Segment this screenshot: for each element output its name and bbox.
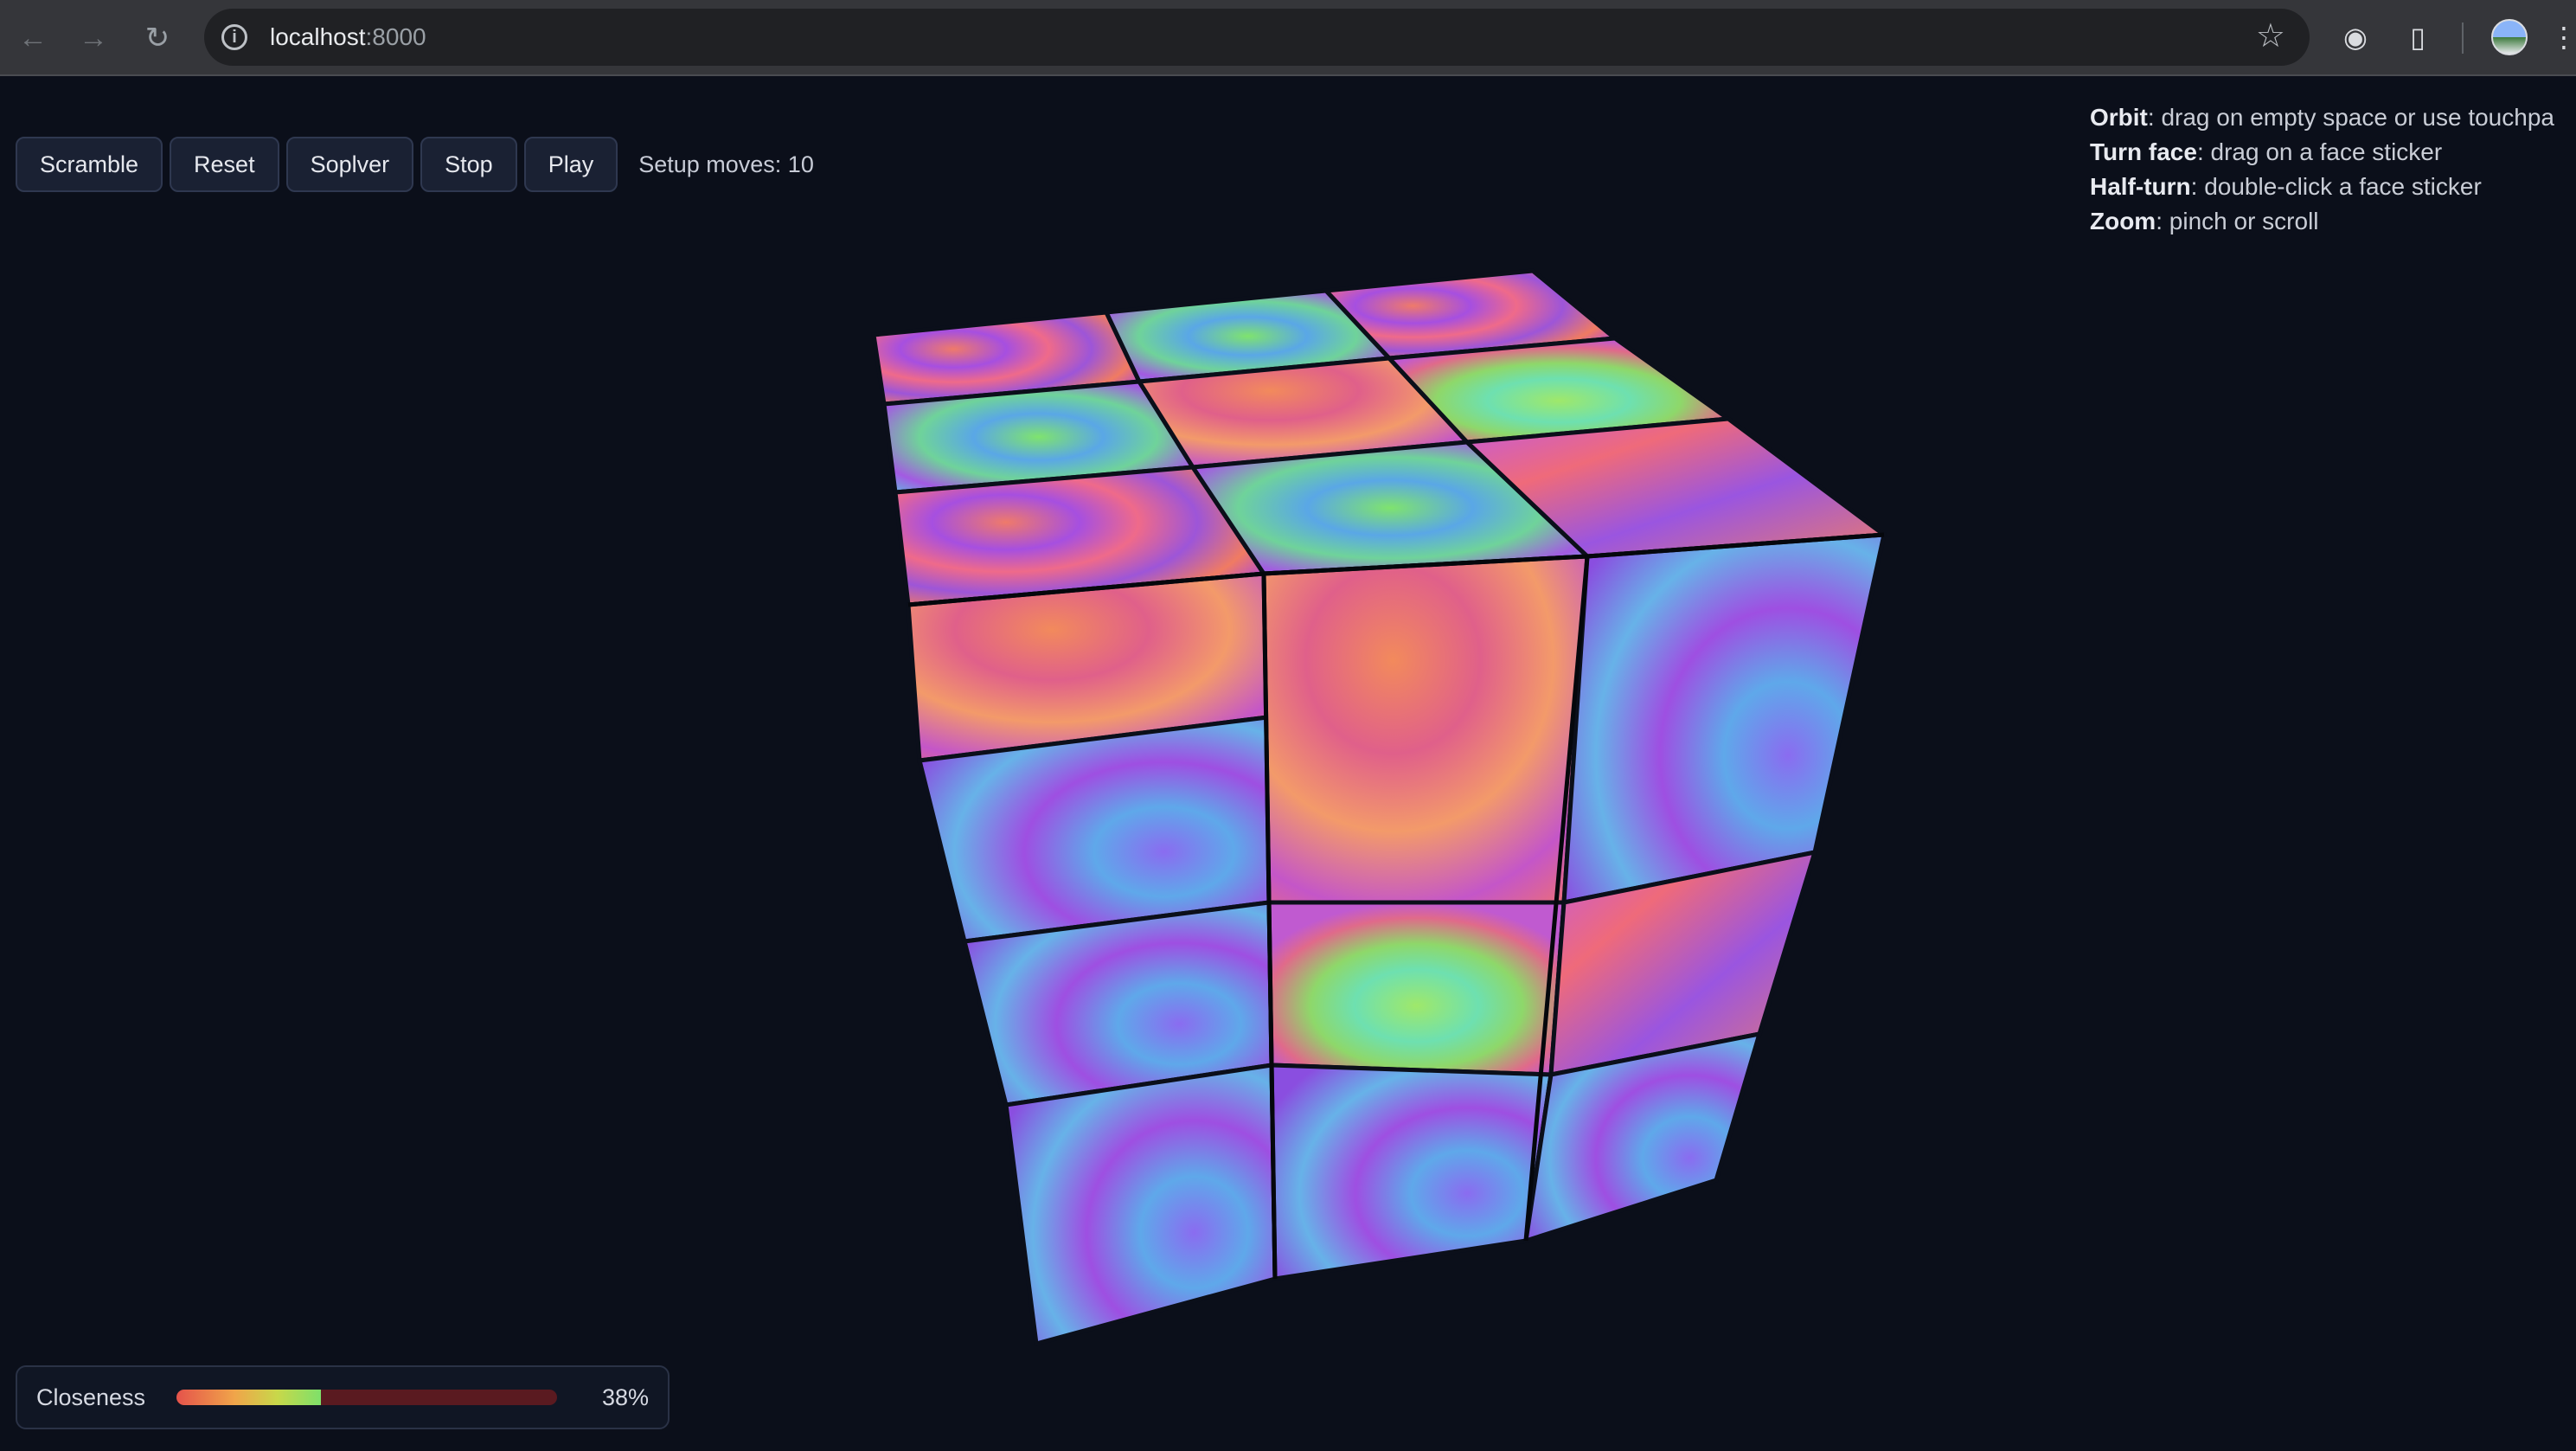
closeness-panel: Closeness 38% — [16, 1365, 670, 1429]
address-bar[interactable]: i localhost:8000 ☆ — [204, 9, 2310, 66]
profile-avatar[interactable] — [2491, 19, 2528, 55]
closeness-label: Closeness — [36, 1384, 146, 1410]
sticker-front-8[interactable] — [1269, 1063, 1554, 1281]
sticker-front-5[interactable] — [1266, 900, 1567, 1077]
url-text[interactable]: localhost:8000 — [270, 23, 426, 51]
app-canvas[interactable]: Scramble Reset Soplver Stop Play Setup m… — [0, 76, 2576, 1451]
controls-help: Orbit: drag on empty space or use touchp… — [2090, 100, 2554, 239]
closeness-progress-fill — [176, 1390, 322, 1405]
closeness-percent: 38% — [601, 1384, 649, 1410]
cube-front-face[interactable] — [906, 554, 1590, 1347]
setup-moves-text: Setup moves: 10 — [638, 151, 814, 177]
help-text-half-turn: : double-click a face sticker — [2190, 173, 2482, 200]
url-port: :8000 — [365, 23, 426, 50]
cube-viewport[interactable] — [0, 76, 2576, 1451]
sticker-front-10[interactable] — [1003, 1063, 1278, 1347]
sticker-right-1[interactable] — [1561, 532, 1887, 906]
scramble-button[interactable]: Scramble — [16, 137, 163, 192]
help-key-turn-face: Turn face — [2090, 138, 2197, 165]
closeness-progress-bar — [176, 1390, 557, 1405]
sticker-front-2[interactable] — [1261, 554, 1590, 905]
help-line-turn-face: Turn face: drag on a face sticker — [2090, 135, 2554, 170]
help-key-orbit: Orbit — [2090, 104, 2148, 131]
stop-button[interactable]: Stop — [420, 137, 517, 192]
play-button[interactable]: Play — [523, 137, 618, 192]
menu-kebab-icon[interactable]: ⋮ — [2550, 17, 2576, 57]
extensions-puzzle-icon[interactable]: ▯ — [2398, 17, 2438, 57]
back-icon[interactable]: ← — [12, 17, 54, 59]
help-text-turn-face: : drag on a face sticker — [2196, 138, 2443, 165]
solver-button[interactable]: Soplver — [285, 137, 414, 192]
bookmark-star-icon[interactable]: ☆ — [2256, 19, 2285, 54]
help-text-zoom: : pinch or scroll — [2156, 208, 2319, 234]
site-info-icon[interactable]: i — [221, 24, 247, 50]
help-line-orbit: Orbit: drag on empty space or use touchp… — [2090, 100, 2554, 135]
help-line-half-turn: Half-turn: double-click a face sticker — [2090, 170, 2554, 204]
password-manager-icon[interactable]: ◉ — [2336, 17, 2375, 57]
forward-icon[interactable]: → — [73, 17, 114, 59]
help-key-half-turn: Half-turn — [2090, 173, 2191, 200]
controls-toolbar: Scramble Reset Soplver Stop Play Setup m… — [16, 137, 814, 192]
reset-button[interactable]: Reset — [170, 137, 279, 192]
reload-icon[interactable]: ↻ — [137, 17, 178, 59]
toolbar-divider — [2462, 22, 2464, 54]
browser-toolbar: ← → ↻ i localhost:8000 ☆ ◉ ▯ ⋮ — [0, 0, 2576, 76]
help-text-orbit: : drag on empty space or use touchpa — [2147, 104, 2554, 131]
help-key-zoom: Zoom — [2090, 208, 2156, 234]
help-line-zoom: Zoom: pinch or scroll — [2090, 204, 2554, 239]
url-host: localhost — [270, 23, 366, 50]
